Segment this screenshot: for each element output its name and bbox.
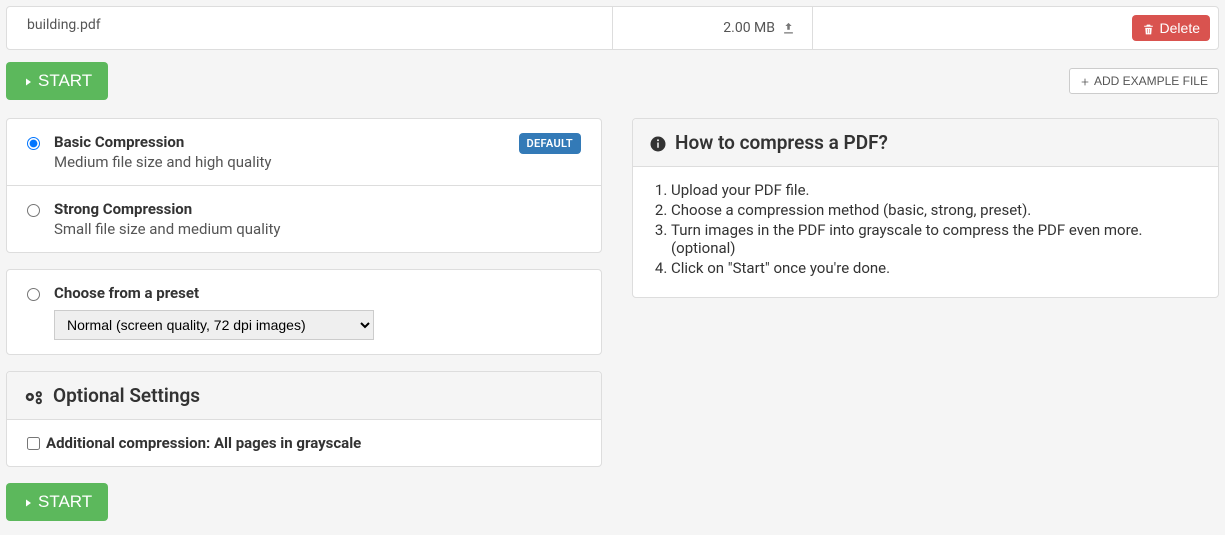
- basic-title: Basic Compression: [54, 133, 505, 151]
- strong-title: Strong Compression: [54, 200, 581, 218]
- add-example-label: ADD EXAMPLE FILE: [1094, 74, 1208, 88]
- start-button-bottom[interactable]: START: [6, 483, 108, 521]
- radio-preset[interactable]: [27, 288, 40, 301]
- how-step: Upload your PDF file.: [671, 181, 1198, 199]
- default-badge: DEFAULT: [519, 133, 581, 154]
- grayscale-checkbox[interactable]: [27, 437, 40, 450]
- basic-desc: Medium file size and high quality: [54, 153, 505, 171]
- how-step: Turn images in the PDF into grayscale to…: [671, 221, 1198, 257]
- file-action-cell: Delete: [813, 7, 1218, 49]
- info-icon: [649, 131, 667, 154]
- compression-panel: Basic Compression Medium file size and h…: [6, 118, 602, 253]
- delete-label: Delete: [1160, 20, 1200, 36]
- option-strong-compression[interactable]: Strong Compression Small file size and m…: [7, 185, 601, 252]
- grayscale-label: Additional compression: All pages in gra…: [46, 434, 361, 452]
- how-to-header: How to compress a PDF?: [633, 119, 1218, 167]
- how-to-title: How to compress a PDF?: [675, 131, 888, 154]
- gears-icon: [23, 384, 45, 407]
- start-label-bottom: START: [38, 492, 92, 512]
- plus-icon: [1080, 74, 1090, 88]
- start-button-top[interactable]: START: [6, 62, 108, 100]
- radio-strong[interactable]: [27, 204, 40, 217]
- how-to-list: Upload your PDF file. Choose a compressi…: [653, 181, 1198, 277]
- strong-desc: Small file size and medium quality: [54, 220, 581, 238]
- option-preset[interactable]: Choose from a preset Normal (screen qual…: [7, 270, 601, 354]
- optional-settings-header: Optional Settings: [7, 372, 601, 420]
- preset-select[interactable]: Normal (screen quality, 72 dpi images): [54, 310, 374, 340]
- delete-button[interactable]: Delete: [1132, 15, 1210, 41]
- grayscale-row[interactable]: Additional compression: All pages in gra…: [27, 434, 581, 452]
- preset-title: Choose from a preset: [54, 284, 581, 302]
- upload-icon: [781, 20, 796, 36]
- top-toolbar: START ADD EXAMPLE FILE: [6, 62, 1219, 100]
- add-example-button[interactable]: ADD EXAMPLE FILE: [1069, 68, 1219, 94]
- chevron-right-icon: [22, 71, 34, 91]
- trash-icon: [1142, 20, 1155, 36]
- optional-settings-title: Optional Settings: [53, 384, 200, 407]
- option-basic-compression[interactable]: Basic Compression Medium file size and h…: [7, 119, 601, 185]
- file-size-cell: 2.00 MB: [613, 7, 813, 49]
- file-name: building.pdf: [7, 7, 613, 49]
- how-step: Choose a compression method (basic, stro…: [671, 201, 1198, 219]
- how-to-panel: How to compress a PDF? Upload your PDF f…: [632, 118, 1219, 298]
- chevron-right-icon: [22, 492, 34, 512]
- start-label: START: [38, 71, 92, 91]
- preset-panel: Choose from a preset Normal (screen qual…: [6, 269, 602, 355]
- file-size: 2.00 MB: [723, 20, 775, 36]
- how-step: Click on "Start" once you're done.: [671, 259, 1198, 277]
- radio-basic[interactable]: [27, 137, 40, 150]
- optional-settings-panel: Optional Settings Additional compression…: [6, 371, 602, 467]
- file-row: building.pdf 2.00 MB Delete: [6, 6, 1219, 50]
